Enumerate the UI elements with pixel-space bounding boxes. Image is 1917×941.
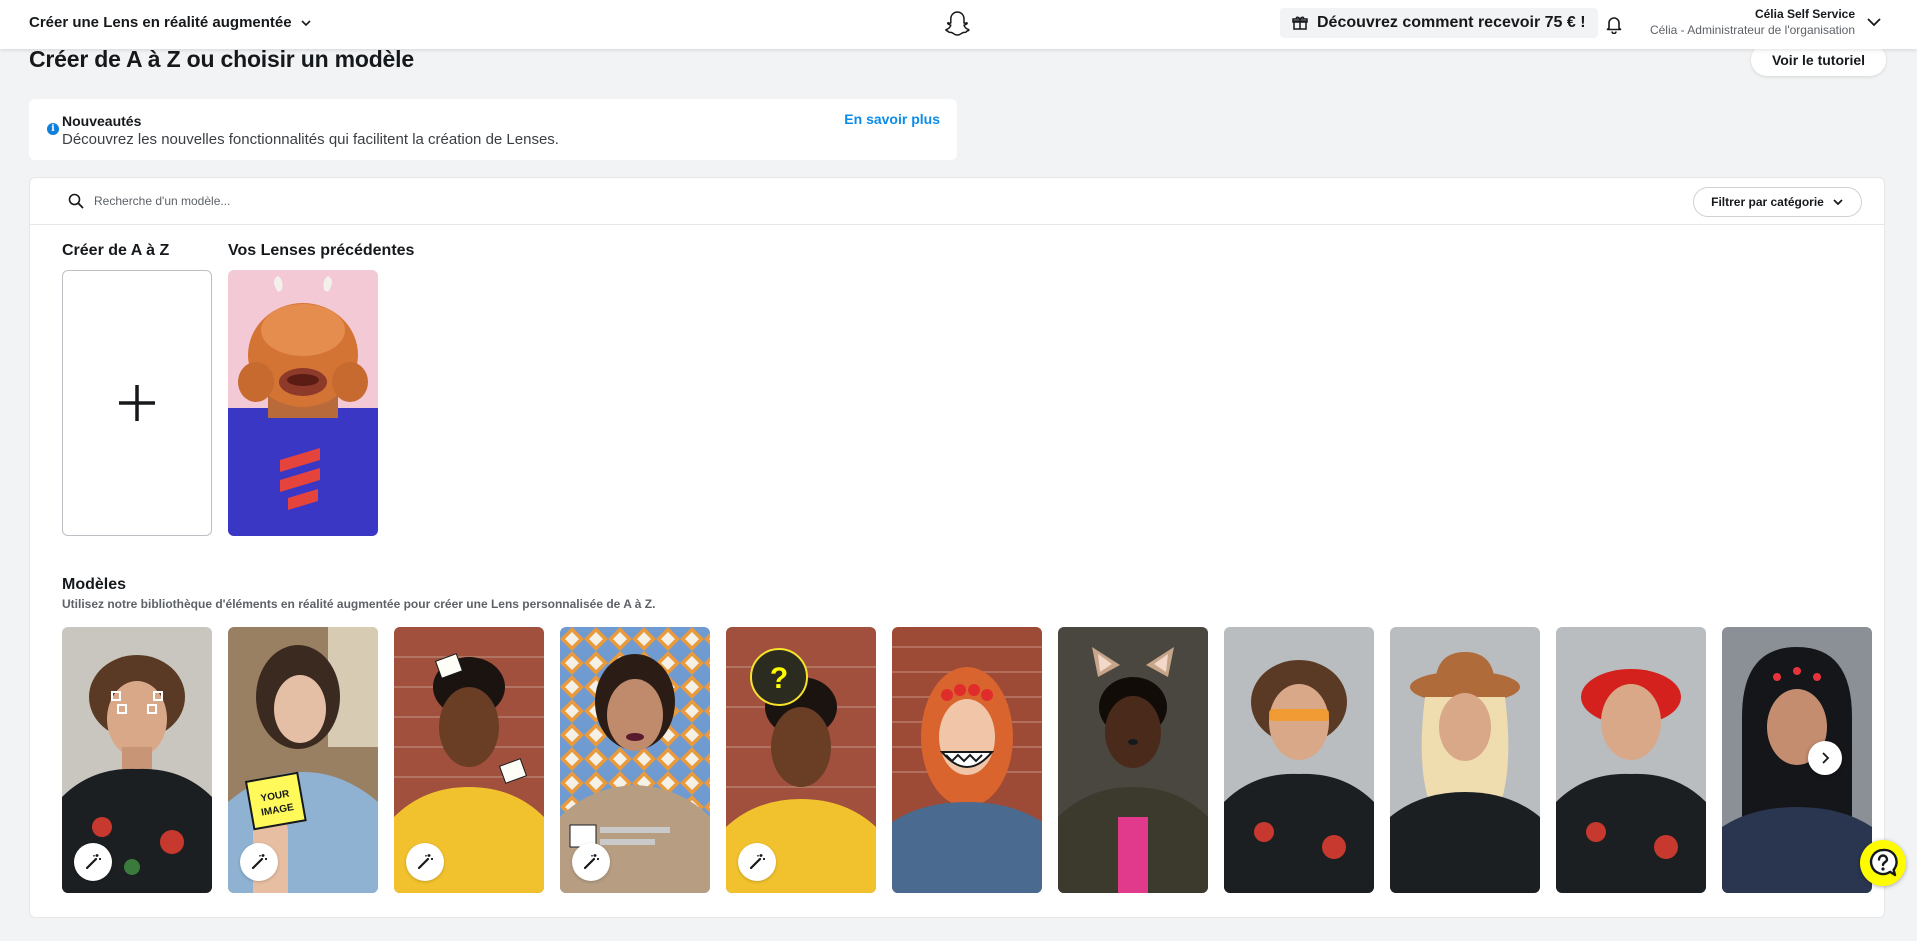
plus-icon xyxy=(119,385,155,421)
template-card[interactable] xyxy=(1722,627,1872,893)
carousel-next-button[interactable] xyxy=(1808,741,1842,775)
template-card[interactable] xyxy=(560,627,710,893)
template-card[interactable] xyxy=(1224,627,1374,893)
template-card[interactable] xyxy=(1058,627,1208,893)
info-icon: i xyxy=(47,123,59,135)
top-bar: Créer une Lens en réalité augmentée Déco… xyxy=(0,0,1917,49)
magic-wand-icon[interactable] xyxy=(240,843,278,881)
news-title: Nouveautés xyxy=(62,113,142,129)
template-card[interactable] xyxy=(62,627,212,893)
template-card[interactable] xyxy=(892,627,1042,893)
filter-label: Filtrer par catégorie xyxy=(1711,195,1824,209)
templates-carousel: YOUR IMAGE ? xyxy=(62,627,1885,893)
help-question-icon xyxy=(1869,848,1898,877)
models-section-subtitle: Utilisez notre bibliothèque d'éléments e… xyxy=(62,597,656,611)
chevron-down-icon xyxy=(301,19,311,26)
news-text: Découvrez les nouvelles fonctionnalités … xyxy=(62,131,559,148)
template-browser: Filtrer par catégorie Créer de A à Z Vos… xyxy=(29,177,1885,918)
search-icon xyxy=(68,193,84,209)
template-card[interactable] xyxy=(1556,627,1706,893)
news-banner: i Nouveautés Découvrez les nouvelles fon… xyxy=(29,99,957,160)
search-input[interactable] xyxy=(94,190,694,212)
template-thumbnail xyxy=(1722,627,1872,893)
page-title: Créer de A à Z ou choisir un modèle xyxy=(29,46,414,72)
user-menu[interactable]: Célia Self Service Célia - Administrateu… xyxy=(1650,7,1855,39)
help-button[interactable] xyxy=(1860,840,1906,886)
template-card[interactable] xyxy=(1390,627,1540,893)
models-section-title: Modèles xyxy=(62,576,127,593)
snapchat-ghost-icon[interactable] xyxy=(944,10,970,38)
learn-more-link[interactable]: En savoir plus xyxy=(844,111,940,127)
user-role: Célia - Administrateur de l'organisation xyxy=(1649,23,1855,37)
template-card[interactable]: YOUR IMAGE xyxy=(228,627,378,893)
promo-button[interactable]: Découvrez comment recevoir 75 € ! xyxy=(1280,8,1598,38)
promo-label: Découvrez comment recevoir 75 € ! xyxy=(1317,14,1586,31)
create-section-title: Créer de A à Z xyxy=(62,242,170,259)
chevron-down-icon xyxy=(1833,199,1843,206)
previous-lens-thumbnail[interactable] xyxy=(228,270,378,536)
magic-wand-icon[interactable] xyxy=(74,843,112,881)
template-thumbnail xyxy=(1556,627,1706,893)
magic-wand-icon[interactable] xyxy=(572,843,610,881)
magic-wand-icon[interactable] xyxy=(406,843,444,881)
template-thumbnail xyxy=(1224,627,1374,893)
app-title-dropdown[interactable]: Créer une Lens en réalité augmentée xyxy=(29,14,312,31)
template-card[interactable] xyxy=(394,627,544,893)
lens-preview-image xyxy=(228,270,378,536)
template-thumbnail xyxy=(1058,627,1208,893)
search-bar: Filtrer par catégorie xyxy=(30,178,1884,225)
previous-lenses-title: Vos Lenses précédentes xyxy=(228,242,415,259)
category-filter-button[interactable]: Filtrer par catégorie xyxy=(1693,187,1862,217)
chevron-right-icon xyxy=(1822,752,1830,764)
template-thumbnail xyxy=(892,627,1042,893)
question-mark-text: ? xyxy=(770,662,788,695)
template-card[interactable]: ? xyxy=(726,627,876,893)
user-name: Célia Self Service xyxy=(1754,7,1855,21)
bell-icon[interactable] xyxy=(1604,14,1624,34)
magic-wand-icon[interactable] xyxy=(738,843,776,881)
chevron-down-icon[interactable] xyxy=(1865,13,1883,31)
template-thumbnail xyxy=(1390,627,1540,893)
create-from-scratch-tile[interactable] xyxy=(62,270,212,536)
gift-icon xyxy=(1292,16,1308,30)
app-title: Créer une Lens en réalité augmentée xyxy=(29,14,292,31)
